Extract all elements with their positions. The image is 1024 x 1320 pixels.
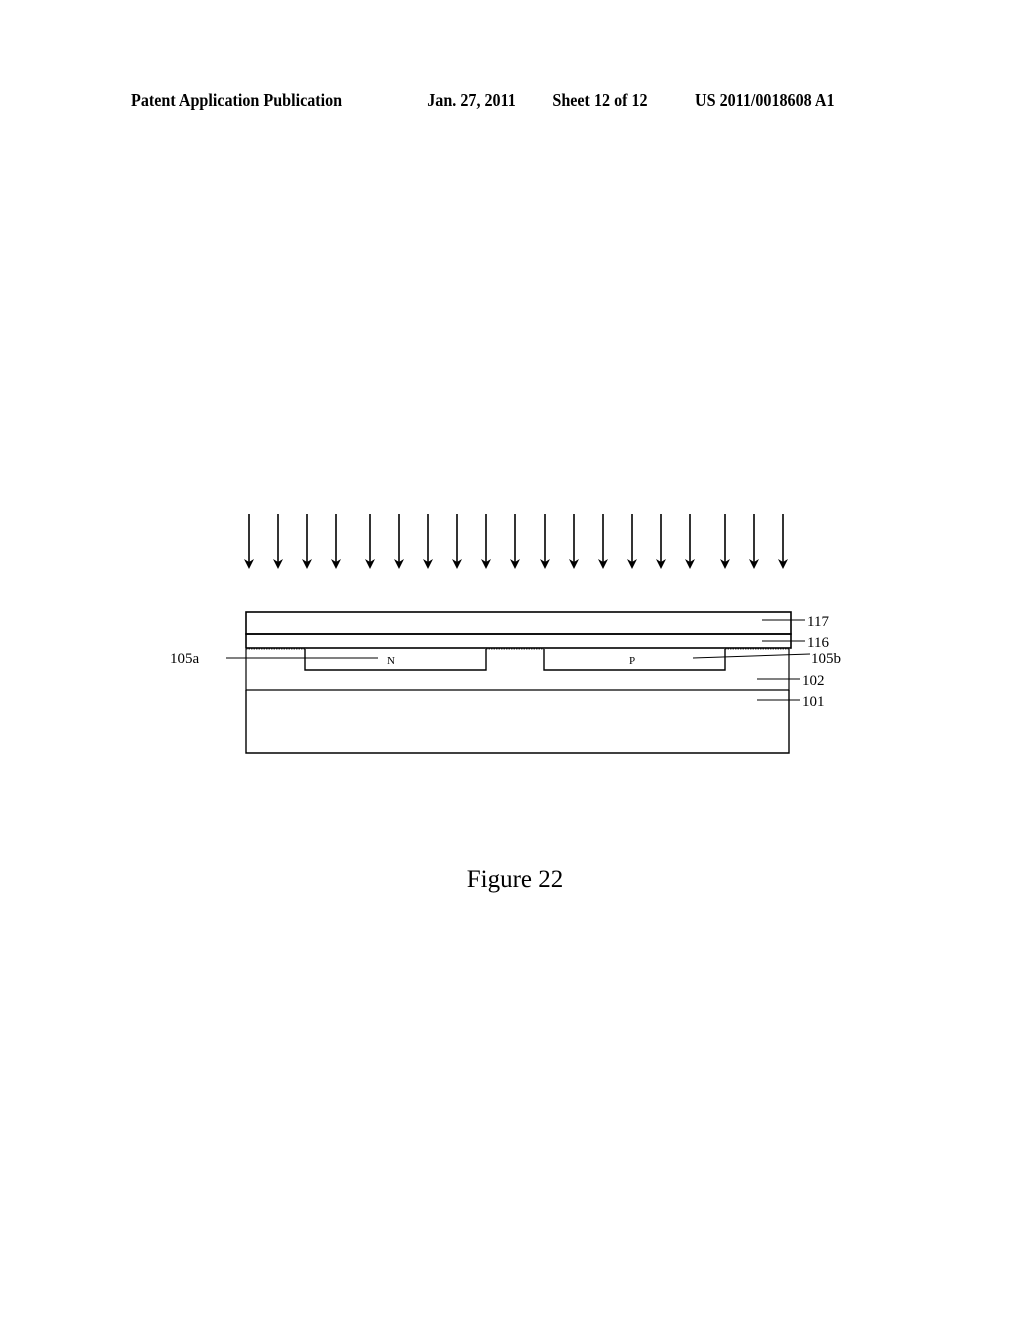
down-arrow-icon xyxy=(598,514,608,569)
layer-101 xyxy=(245,690,790,754)
down-arrow-icon xyxy=(720,514,730,569)
down-arrow-icon xyxy=(510,514,520,569)
label-105a: 105a xyxy=(170,651,200,667)
down-arrow-icon xyxy=(569,514,579,569)
label-102: 102 xyxy=(802,673,825,689)
down-arrow-icon xyxy=(244,514,254,569)
down-arrow-icon xyxy=(540,514,550,569)
down-arrow-icon xyxy=(481,514,491,569)
layer-116 xyxy=(245,633,792,649)
n-type-label: N xyxy=(387,655,395,667)
region-105a xyxy=(304,649,487,671)
label-105b: 105b xyxy=(811,651,841,667)
down-arrow-icon xyxy=(302,514,312,569)
down-arrow-icon xyxy=(273,514,283,569)
figure-caption: Figure 22 xyxy=(466,866,564,893)
down-arrow-icon xyxy=(365,514,375,569)
leader-105b xyxy=(692,653,811,659)
down-arrow-icon xyxy=(656,514,666,569)
down-arrow-icon xyxy=(627,514,637,569)
layer-stack xyxy=(245,611,792,754)
down-arrow-icon xyxy=(423,514,433,569)
p-type-label: P xyxy=(629,655,635,667)
label-101: 101 xyxy=(802,694,825,710)
layer-117 xyxy=(245,611,792,635)
irradiation-arrows xyxy=(244,514,788,569)
down-arrow-icon xyxy=(331,514,341,569)
down-arrow-icon xyxy=(394,514,404,569)
down-arrow-icon xyxy=(685,514,695,569)
down-arrow-icon xyxy=(452,514,462,569)
label-117: 117 xyxy=(807,614,829,630)
reference-labels: 117 116 105b 102 101 105a N P xyxy=(170,614,841,710)
figure-diagram: 117 116 105b 102 101 105a N P xyxy=(170,514,841,754)
down-arrow-icon xyxy=(778,514,788,569)
leader-lines xyxy=(226,619,811,701)
label-116: 116 xyxy=(807,635,829,651)
down-arrow-icon xyxy=(749,514,759,569)
